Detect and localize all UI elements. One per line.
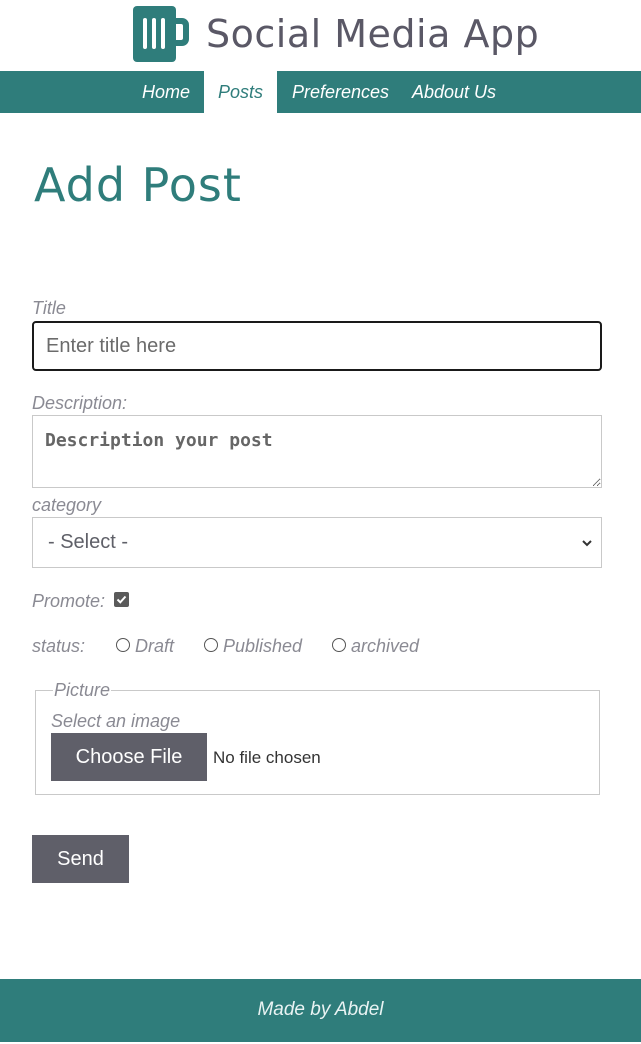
- checkmark-icon: [116, 595, 127, 604]
- status-option-published: Published: [223, 636, 303, 656]
- status-radio-published[interactable]: [204, 638, 218, 652]
- chevron-down-icon: [582, 540, 592, 547]
- nav-item-posts[interactable]: Posts: [204, 71, 277, 113]
- nav-item-home[interactable]: Home: [142, 71, 190, 113]
- footer-credit: Made by Abdel: [257, 999, 384, 1020]
- status-radio-draft[interactable]: [116, 638, 130, 652]
- nav-item-about-us[interactable]: Abdout Us: [412, 71, 496, 113]
- image-label: Select an image: [51, 711, 181, 731]
- status-option-draft: Draft: [135, 636, 175, 656]
- promote-checkbox[interactable]: [114, 592, 129, 607]
- nav-item-preferences[interactable]: Preferences: [292, 71, 389, 113]
- promote-label: Promote:: [32, 591, 106, 611]
- send-button[interactable]: Send: [32, 835, 129, 883]
- page-title: Add Post: [34, 158, 242, 212]
- description-label: Description:: [32, 393, 128, 413]
- status-label: status:: [32, 636, 86, 656]
- file-status-text: No file chosen: [213, 748, 321, 767]
- title-input[interactable]: [32, 321, 602, 371]
- main-nav: Home Posts Preferences Abdout Us: [0, 71, 641, 113]
- title-label: Title: [32, 298, 66, 318]
- footer: Made by Abdel: [0, 979, 641, 1042]
- status-option-archived: archived: [351, 636, 420, 656]
- status-radio-archived[interactable]: [332, 638, 346, 652]
- category-select[interactable]: - Select -: [32, 517, 602, 568]
- choose-file-button[interactable]: Choose File: [51, 733, 207, 781]
- category-label: category: [32, 495, 102, 515]
- picture-legend: Picture: [53, 680, 112, 701]
- description-textarea[interactable]: [32, 415, 602, 488]
- app-title: Social Media App: [206, 12, 540, 56]
- app-header: Social Media App: [0, 0, 641, 71]
- category-selected-value: - Select -: [48, 531, 129, 553]
- coffee-mug-logo-icon: [133, 6, 189, 62]
